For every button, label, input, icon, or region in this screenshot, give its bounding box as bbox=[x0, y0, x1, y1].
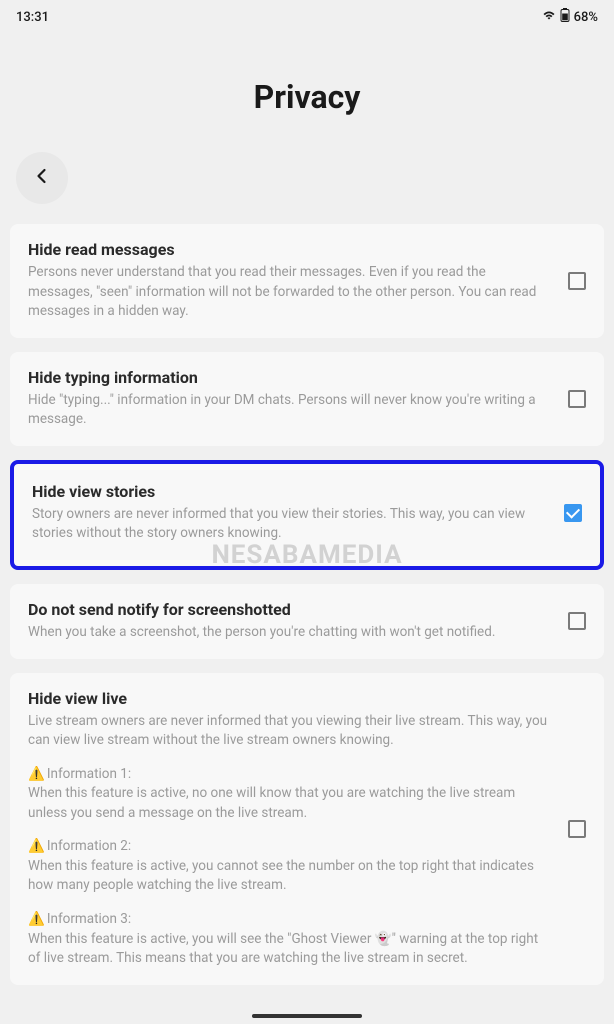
info-text: When this feature is active, you will se… bbox=[28, 931, 538, 967]
info-block-2: ⚠️Information 2: When this feature is ac… bbox=[28, 837, 552, 896]
info-text: When this feature is active, no one will… bbox=[28, 785, 515, 821]
warning-icon: ⚠️ bbox=[28, 838, 45, 854]
setting-hide-read-messages[interactable]: Hide read messages Persons never underst… bbox=[10, 224, 604, 338]
wifi-icon bbox=[542, 9, 556, 25]
setting-content: Hide read messages Persons never underst… bbox=[28, 240, 552, 322]
info-label: Information 2: bbox=[47, 838, 131, 854]
setting-content: Hide typing information Hide "typing..."… bbox=[28, 368, 552, 430]
chevron-left-icon bbox=[33, 167, 51, 189]
checkbox-hide-view-live[interactable] bbox=[568, 820, 586, 838]
info-block-3: ⚠️Information 3: When this feature is ac… bbox=[28, 910, 552, 969]
back-button[interactable] bbox=[16, 152, 68, 204]
settings-list: Hide read messages Persons never underst… bbox=[0, 224, 614, 985]
setting-desc: When you take a screenshot, the person y… bbox=[28, 623, 552, 643]
status-battery-text: 68% bbox=[574, 10, 598, 25]
setting-title: Hide read messages bbox=[28, 240, 552, 259]
checkbox-hide-read-messages[interactable] bbox=[568, 272, 586, 290]
setting-desc: Hide "typing..." information in your DM … bbox=[28, 391, 552, 430]
status-right: 68% bbox=[542, 8, 598, 26]
warning-icon: ⚠️ bbox=[28, 911, 45, 927]
checkbox-no-screenshot-notify[interactable] bbox=[568, 612, 586, 630]
info-label: Information 1: bbox=[47, 766, 131, 782]
info-label: Information 3: bbox=[47, 911, 131, 927]
setting-no-screenshot-notify[interactable]: Do not send notify for screenshotted Whe… bbox=[10, 584, 604, 659]
checkbox-hide-typing[interactable] bbox=[568, 390, 586, 408]
setting-desc: Persons never understand that you read t… bbox=[28, 263, 552, 322]
watermark: NESABAMEDIA bbox=[211, 540, 402, 570]
info-block-1: ⚠️Information 1: When this feature is ac… bbox=[28, 765, 552, 824]
home-indicator[interactable] bbox=[252, 1014, 362, 1018]
setting-content: Hide view stories Story owners are never… bbox=[32, 482, 548, 544]
setting-hide-view-live[interactable]: Hide view live Live stream owners are ne… bbox=[10, 673, 604, 985]
warning-icon: ⚠️ bbox=[28, 766, 45, 782]
setting-hide-typing[interactable]: Hide typing information Hide "typing..."… bbox=[10, 352, 604, 446]
status-bar: 13:31 68% bbox=[0, 0, 614, 30]
page-title: Privacy bbox=[0, 78, 614, 116]
checkbox-hide-view-stories[interactable] bbox=[564, 504, 582, 522]
setting-title: Hide view live bbox=[28, 689, 552, 708]
status-time: 13:31 bbox=[16, 10, 49, 25]
setting-content: Hide view live Live stream owners are ne… bbox=[28, 689, 552, 969]
setting-hide-view-stories[interactable]: Hide view stories Story owners are never… bbox=[10, 460, 604, 570]
setting-title: Hide view stories bbox=[32, 482, 548, 501]
setting-title: Hide typing information bbox=[28, 368, 552, 387]
setting-content: Do not send notify for screenshotted Whe… bbox=[28, 600, 552, 643]
info-text: When this feature is active, you cannot … bbox=[28, 858, 534, 894]
setting-title: Do not send notify for screenshotted bbox=[28, 600, 552, 619]
setting-desc: Story owners are never informed that you… bbox=[32, 505, 548, 544]
battery-icon bbox=[560, 8, 570, 26]
setting-desc: Live stream owners are never informed th… bbox=[28, 712, 552, 751]
